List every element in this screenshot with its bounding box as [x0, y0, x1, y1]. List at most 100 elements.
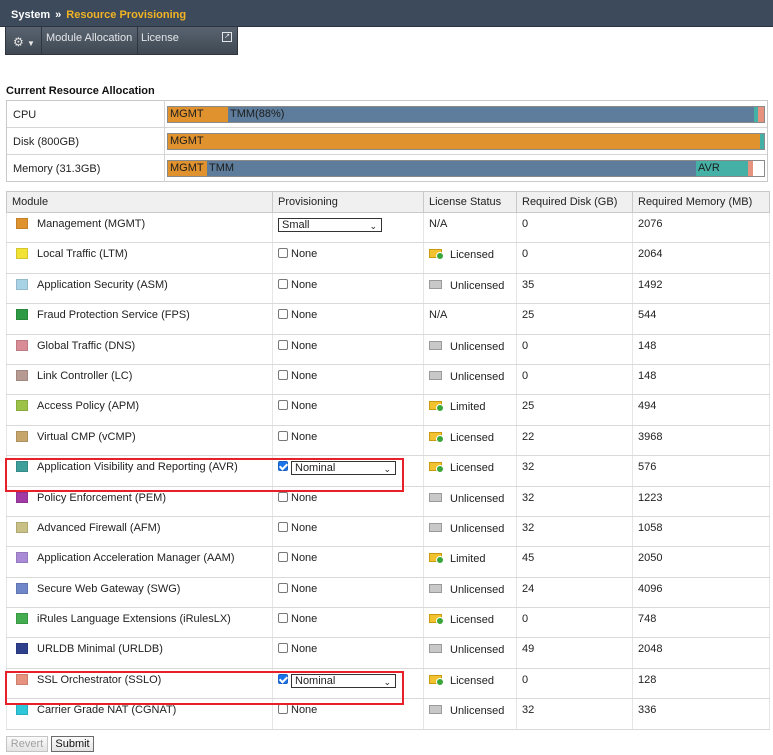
license-ok-icon — [429, 461, 445, 474]
license-status: Unlicensed — [450, 370, 505, 383]
required-disk: 0 — [516, 363, 633, 396]
module-cell: iRules Language Extensions (iRulesLX) — [6, 607, 273, 639]
provision-checkbox[interactable] — [278, 278, 288, 289]
license-cell: Unlicensed — [423, 698, 517, 730]
allocation-segment: MGMT — [168, 107, 228, 122]
provisioning-cell: None — [272, 394, 424, 426]
top-bar: System » Resource Provisioning — [0, 0, 773, 27]
license-cell: Unlicensed — [423, 515, 517, 548]
allocation-segment — [748, 161, 753, 176]
provision-checkbox-label: None — [291, 521, 318, 534]
provision-checkbox-label: None — [291, 369, 318, 382]
license-cell: Unlicensed — [423, 485, 517, 517]
required-memory: 576 — [632, 455, 770, 487]
provision-checkbox-label: None — [291, 582, 318, 595]
provisioning-select[interactable]: Small ⌄ — [278, 218, 382, 232]
module-name: Virtual CMP (vCMP) — [37, 430, 136, 443]
provision-checkbox-label: None — [291, 552, 318, 565]
required-disk: 0 — [516, 242, 633, 274]
breadcrumb-current: Resource Provisioning — [66, 9, 187, 21]
provision-checkbox[interactable] — [278, 369, 288, 380]
provisioning-cell: Small ⌄ — [272, 211, 424, 244]
license-status: Limited — [450, 401, 486, 414]
allocation-label: CPU — [13, 109, 37, 121]
license-cell: Limited — [423, 394, 517, 426]
module-color-swatch — [16, 339, 28, 351]
revert-button[interactable]: Revert — [6, 736, 48, 752]
required-memory: 1058 — [632, 515, 770, 548]
module-cell: Local Traffic (LTM) — [6, 242, 273, 274]
module-color-swatch — [16, 521, 28, 533]
provision-checkbox[interactable] — [278, 491, 288, 502]
module-name: Local Traffic (LTM) — [37, 248, 128, 261]
provisioning-cell: None — [272, 576, 424, 609]
provision-checkbox[interactable] — [278, 704, 288, 715]
provision-checkbox[interactable] — [278, 400, 288, 411]
module-cell: Fraud Protection Service (FPS) — [6, 303, 273, 335]
license-status: Unlicensed — [450, 522, 505, 535]
module-color-swatch — [16, 613, 28, 625]
required-disk: 35 — [516, 272, 633, 305]
provision-checkbox[interactable] — [278, 248, 288, 259]
allocation-segment: AVR — [696, 161, 748, 176]
license-status: Unlicensed — [450, 583, 505, 596]
license-cell: Limited — [423, 546, 517, 578]
module-cell: Link Controller (LC) — [6, 363, 273, 396]
required-memory: 336 — [632, 698, 770, 730]
module-color-swatch — [16, 552, 28, 564]
provision-checkbox[interactable] — [278, 643, 288, 654]
required-disk: 24 — [516, 576, 633, 609]
provision-checkbox[interactable] — [278, 430, 288, 441]
provision-checkbox-label: None — [291, 704, 318, 717]
required-memory: 2064 — [632, 242, 770, 274]
tab-license[interactable]: License ↗ — [139, 27, 238, 54]
license-none-icon — [429, 583, 445, 594]
provision-checkbox[interactable] — [278, 309, 288, 320]
license-status: Unlicensed — [450, 492, 505, 505]
license-ok-icon — [429, 248, 445, 261]
allocation-segment: TMM — [207, 161, 696, 176]
allocation-row: Memory (31.3GB) MGMT TMM AVR — [7, 155, 767, 182]
module-name: Access Policy (APM) — [37, 400, 140, 413]
breadcrumb-separator: » — [55, 9, 62, 21]
header-provisioning: Provisioning — [272, 191, 424, 213]
provision-checkbox-label: None — [291, 400, 318, 413]
table-row: Fraud Protection Service (FPS) None N/A 25 5… — [6, 303, 770, 335]
submit-button[interactable]: Submit — [51, 736, 94, 752]
tab-license-label: License — [141, 32, 179, 44]
module-name: Policy Enforcement (PEM) — [37, 491, 166, 504]
module-cell: Access Policy (APM) — [6, 394, 273, 426]
provision-checkbox[interactable] — [278, 339, 288, 350]
license-status: Unlicensed — [450, 340, 505, 353]
provision-checkbox[interactable] — [278, 582, 288, 593]
provisioning-cell: None — [272, 333, 424, 365]
chevron-down-icon: ⌄ — [369, 221, 377, 231]
provision-checkbox[interactable] — [278, 552, 288, 563]
breadcrumb-system[interactable]: System — [11, 9, 50, 21]
required-memory: 2076 — [632, 211, 770, 244]
provisioning-cell: None — [272, 303, 424, 335]
license-status: Licensed — [450, 614, 495, 627]
highlight-sslo — [5, 671, 404, 705]
license-none-icon — [429, 522, 445, 533]
license-cell: Unlicensed — [423, 333, 517, 365]
provision-checkbox[interactable] — [278, 521, 288, 532]
provisioning-cell: None — [272, 546, 424, 578]
gear-icon: ⚙ — [13, 35, 24, 49]
allocation-segment: MGMT — [168, 161, 207, 176]
license-cell: N/A — [423, 303, 517, 335]
allocation-row: CPU MGMT TMM(88%) — [7, 101, 767, 128]
provision-checkbox[interactable] — [278, 613, 288, 624]
table-row: URLDB Minimal (URLDB) None Unlicensed 49 204… — [6, 637, 770, 669]
gear-menu-button[interactable]: ⚙ ▼ — [6, 27, 42, 54]
header-license-status: License Status — [423, 191, 517, 213]
table-row: Secure Web Gateway (SWG) None Unlicensed 24… — [6, 576, 770, 609]
module-cell: Secure Web Gateway (SWG) — [6, 576, 273, 609]
tab-module-allocation[interactable]: Module Allocation — [43, 27, 138, 54]
module-color-swatch — [16, 430, 28, 442]
required-memory: 1492 — [632, 272, 770, 305]
license-cell: Unlicensed — [423, 637, 517, 669]
license-cell: N/A — [423, 211, 517, 244]
required-disk: 0 — [516, 333, 633, 365]
allocation-title: Current Resource Allocation — [6, 85, 155, 97]
